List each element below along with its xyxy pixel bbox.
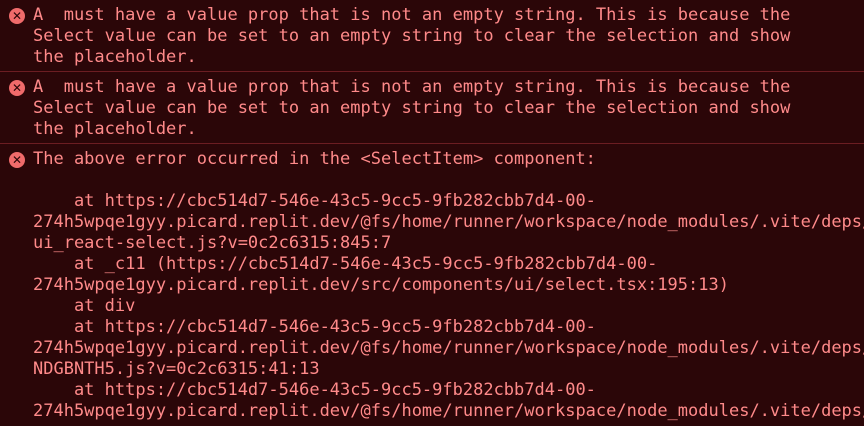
stack-line: 274h5wpqe1gyy.picard.replit.dev/src/comp… [33,275,729,295]
error-icon: ✕ [9,8,25,24]
stack-line: NDGBNTH5.js?v=0c2c6315:41:13 [33,359,320,379]
stack-line: 274h5wpqe1gyy.picard.replit.dev/@fs/home… [33,212,864,232]
error-message: A must have a value prop that is not an … [33,5,791,67]
console-error-entry[interactable]: ✕ A must have a value prop that is not a… [0,72,864,144]
stack-line: 274h5wpqe1gyy.picard.replit.dev/@fs/home… [33,401,864,421]
error-message: The above error occurred in the <SelectI… [33,149,596,169]
console-error-entry[interactable]: ✕ The above error occurred in the <Selec… [0,144,864,425]
stack-line: at div [33,296,136,316]
stack-line: at https://cbc514d7-546e-43c5-9cc5-9fb28… [33,317,596,337]
stack-line: ui_react-select.js?v=0c2c6315:845:7 [33,233,392,253]
stack-line: 274h5wpqe1gyy.picard.replit.dev/@fs/home… [33,338,864,358]
stack-trace: at https://cbc514d7-546e-43c5-9cc5-9fb28… [33,170,864,422]
stack-line: at https://cbc514d7-546e-43c5-9cc5-9fb28… [33,380,596,400]
error-message: A must have a value prop that is not an … [33,77,791,139]
error-icon: ✕ [9,152,25,168]
error-icon: ✕ [9,80,25,96]
stack-line [33,170,860,191]
stack-line: at _c11 (https://cbc514d7-546e-43c5-9cc5… [33,254,658,274]
console-error-log: ✕ A must have a value prop that is not a… [0,0,864,426]
console-error-entry[interactable]: ✕ A must have a value prop that is not a… [0,0,864,72]
stack-line: at https://cbc514d7-546e-43c5-9cc5-9fb28… [33,191,596,211]
